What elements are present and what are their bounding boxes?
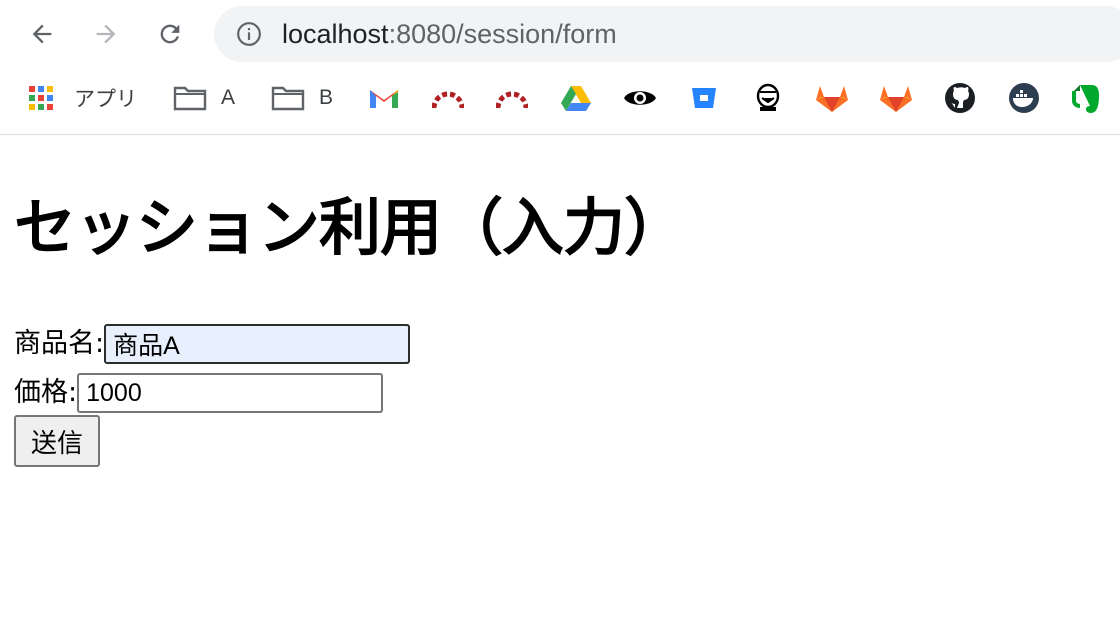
- bookmark-docker[interactable]: [1008, 82, 1040, 114]
- bookmark-gitlab-1[interactable]: [815, 82, 849, 114]
- redmine-icon: [432, 91, 464, 109]
- submit-button[interactable]: 送信: [14, 415, 100, 467]
- bookmark-folder-b-label: B: [319, 86, 334, 109]
- bookmark-gmail[interactable]: [368, 82, 400, 114]
- bitbucket-icon: [692, 88, 716, 108]
- gitlab-icon: [880, 86, 912, 112]
- back-button[interactable]: [22, 14, 62, 54]
- gmail-icon: [370, 90, 398, 108]
- docker-icon: [1009, 83, 1039, 113]
- product-name-input[interactable]: [104, 324, 411, 364]
- forward-arrow-icon: [96, 24, 116, 44]
- bookmark-redmine-2[interactable]: [496, 82, 528, 114]
- reload-button[interactable]: [150, 14, 190, 54]
- browser-chrome: localhost:8080/session/form アプリ A B: [0, 0, 1120, 135]
- browser-toolbar: localhost:8080/session/form: [0, 0, 1120, 68]
- folder-icon: [173, 86, 207, 111]
- product-name-label: 商品名:: [14, 328, 105, 359]
- github-icon: [945, 83, 975, 113]
- url-path: :8080/session/form: [388, 19, 617, 49]
- bookmark-apps[interactable]: アプリ: [28, 82, 137, 114]
- jenkins-icon: [756, 83, 780, 111]
- google-drive-icon: [561, 86, 591, 111]
- bookmark-redmine-1[interactable]: [432, 82, 464, 114]
- evernote-icon: [1072, 85, 1099, 113]
- bookmark-evernote[interactable]: [1072, 82, 1102, 114]
- bookmark-folder-a[interactable]: A: [173, 82, 235, 114]
- bookmark-jenkins[interactable]: [754, 82, 782, 114]
- price-label: 価格:: [14, 377, 78, 408]
- folder-icon: [271, 86, 305, 111]
- bookmark-gitlab-2[interactable]: [879, 82, 913, 114]
- eye-icon: [624, 91, 656, 105]
- bookmark-folder-b[interactable]: B: [271, 82, 333, 114]
- bookmark-folder-a-label: A: [221, 86, 236, 109]
- reload-icon: [160, 24, 180, 44]
- back-arrow-icon: [32, 24, 52, 44]
- gitlab-icon: [816, 86, 848, 112]
- price-row: 価格:: [14, 373, 384, 413]
- forward-button[interactable]: [86, 14, 126, 54]
- bookmark-eye[interactable]: [623, 82, 657, 114]
- bookmarks-bar: アプリ A B: [0, 72, 1120, 124]
- address-bar[interactable]: localhost:8080/session/form: [214, 6, 1120, 62]
- info-icon[interactable]: [236, 21, 262, 47]
- bookmark-bitbucket[interactable]: [691, 82, 717, 114]
- apps-grid-icon: [29, 86, 53, 110]
- url-host: localhost: [282, 19, 389, 49]
- page-title: セッション利用（入力）: [14, 191, 686, 264]
- product-name-row: 商品名:: [14, 324, 411, 364]
- bookmark-google-drive[interactable]: [561, 82, 591, 114]
- url-text: localhost:8080/session/form: [282, 19, 617, 49]
- bookmark-apps-label: アプリ: [74, 88, 137, 111]
- bookmark-github[interactable]: [944, 82, 976, 114]
- redmine-icon: [496, 91, 528, 109]
- price-input[interactable]: [77, 373, 384, 413]
